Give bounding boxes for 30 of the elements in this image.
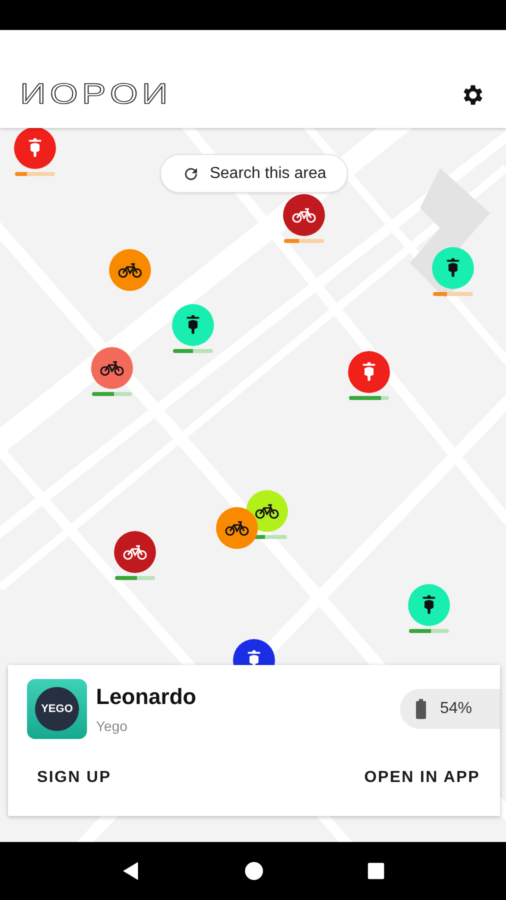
battery-icon	[416, 699, 426, 719]
app-logo: ИOPOИ	[20, 80, 172, 108]
home-icon[interactable]	[244, 861, 264, 881]
scooter-icon	[184, 314, 202, 336]
battery-bar	[409, 629, 449, 633]
bicycle-icon	[225, 520, 249, 536]
bicycle-icon	[100, 360, 124, 376]
bicycle-icon	[118, 262, 142, 278]
action-button[interactable]: OPEN IN APP	[354, 763, 490, 793]
battery-bar	[173, 349, 213, 353]
battery-bar	[284, 239, 324, 243]
battery-percent: 54%	[440, 700, 472, 718]
search-area-button[interactable]: Search this area	[160, 154, 348, 193]
battery-bar	[92, 392, 132, 396]
battery-bar	[433, 292, 473, 296]
scooter-icon	[420, 594, 438, 616]
bicycle-icon	[123, 544, 147, 560]
scooter-icon	[26, 137, 44, 159]
app-icon: YEGO	[27, 679, 87, 739]
recents-icon[interactable]	[366, 862, 385, 880]
scooter-icon	[444, 257, 462, 279]
scooter-icon	[360, 361, 378, 383]
vehicle-name: Leonardo	[96, 684, 196, 710]
battery-bar	[349, 396, 389, 400]
battery-bar	[15, 172, 55, 176]
bicycle-icon	[292, 207, 316, 223]
battery-bar	[115, 576, 155, 580]
provider-name: Yego	[96, 718, 128, 734]
bicycle-icon	[255, 503, 279, 519]
action-button[interactable]: SIGN UP	[27, 763, 122, 793]
